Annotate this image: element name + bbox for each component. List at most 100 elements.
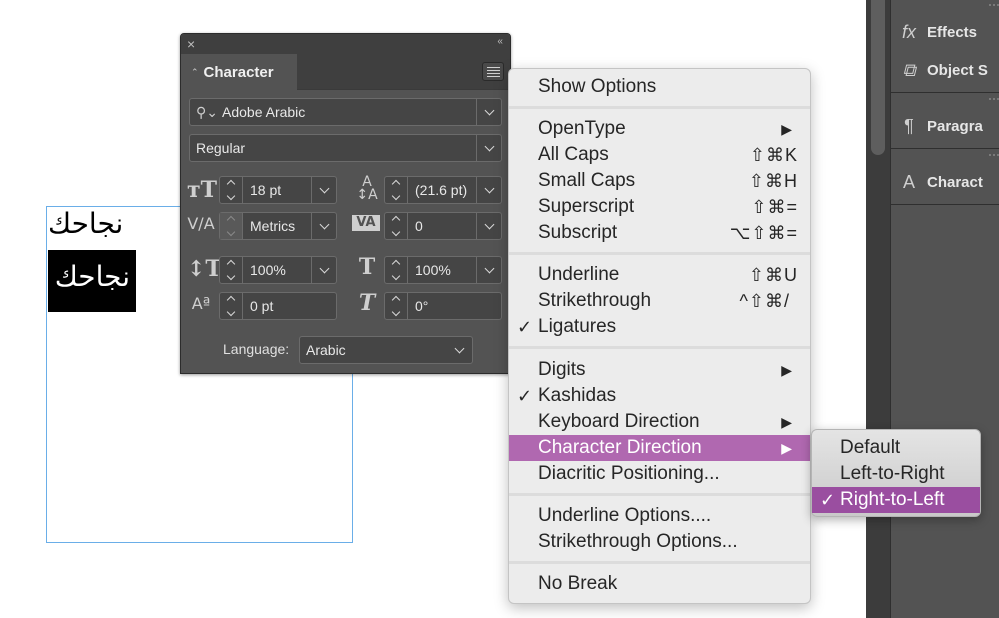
shortcut: ⇧⌘U bbox=[748, 265, 798, 285]
font-style-field[interactable]: Regular bbox=[189, 134, 502, 162]
leading-stepper[interactable] bbox=[385, 177, 408, 203]
menu-item-ligatures[interactable]: ✓ Ligatures bbox=[509, 314, 810, 340]
submenu-item-right-to-left[interactable]: ✓ Right-to-Left bbox=[812, 487, 980, 513]
font-size-stepper[interactable] bbox=[220, 177, 243, 203]
dock-divider bbox=[891, 204, 999, 205]
menu-item-strikethrough[interactable]: Strikethrough ^⇧⌘/ bbox=[509, 288, 810, 314]
menu-item-label: Small Caps bbox=[538, 170, 636, 191]
leading-field[interactable]: (21.6 pt) bbox=[384, 176, 502, 204]
panel-titlebar[interactable]: × ‹‹ bbox=[181, 34, 510, 54]
submenu-item-default[interactable]: Default bbox=[812, 435, 980, 461]
font-family-field[interactable]: ⚲⌄ Adobe Arabic bbox=[189, 98, 502, 126]
panel-dock: fx Effects ⧉ Object S ¶ Paragra A Charac… bbox=[890, 0, 999, 618]
close-icon[interactable]: × bbox=[187, 35, 195, 53]
submenu-item-left-to-right[interactable]: Left-to-Right bbox=[812, 461, 980, 487]
menu-item-label: OpenType bbox=[538, 118, 626, 139]
tracking-field[interactable]: 0 bbox=[384, 212, 502, 240]
chevron-down-icon[interactable] bbox=[476, 99, 501, 125]
menu-item-no-break[interactable]: No Break bbox=[509, 571, 810, 597]
skew-field[interactable]: 0° bbox=[384, 292, 502, 320]
dock-scrollbar-thumb[interactable] bbox=[871, 0, 885, 155]
font-size-value[interactable]: 18 pt bbox=[250, 177, 281, 203]
font-style-value[interactable]: Regular bbox=[196, 135, 245, 161]
chevron-down-icon[interactable] bbox=[476, 213, 501, 239]
arabic-text-selected[interactable]: نجاحك bbox=[48, 250, 136, 312]
dock-item-object-styles[interactable]: ⧉ Object S bbox=[891, 56, 999, 84]
chevron-down-icon[interactable] bbox=[476, 257, 501, 283]
menu-item-small-caps[interactable]: Small Caps ⇧⌘H bbox=[509, 168, 810, 194]
chevron-down-icon[interactable] bbox=[311, 177, 336, 203]
vertical-scale-field[interactable]: 100% bbox=[219, 256, 337, 284]
kerning-value[interactable]: Metrics bbox=[250, 213, 295, 239]
vertical-scale-value[interactable]: 100% bbox=[250, 257, 286, 283]
fx-icon: fx bbox=[901, 21, 916, 42]
menu-item-character-direction[interactable]: Character Direction ▶ bbox=[509, 435, 810, 461]
dock-grip[interactable] bbox=[989, 154, 999, 157]
baseline-shift-field[interactable]: 0 pt bbox=[219, 292, 337, 320]
arabic-text-line[interactable]: نجاحك bbox=[48, 207, 123, 241]
menu-item-all-caps[interactable]: All Caps ⇧⌘K bbox=[509, 142, 810, 168]
menu-item-label: Show Options bbox=[538, 76, 657, 97]
tracking-value[interactable]: 0 bbox=[415, 213, 423, 239]
menu-item-underline-options[interactable]: Underline Options.... bbox=[509, 503, 810, 529]
horizontal-scale-field[interactable]: 100% bbox=[384, 256, 502, 284]
menu-item-kashidas[interactable]: ✓ Kashidas bbox=[509, 383, 810, 409]
menu-item-diacritic-positioning[interactable]: Diacritic Positioning... bbox=[509, 461, 810, 487]
menu-item-label: Left-to-Right bbox=[840, 463, 945, 484]
baseline-shift-stepper[interactable] bbox=[220, 293, 243, 319]
language-label: Language: bbox=[223, 341, 290, 357]
chevron-down-icon[interactable] bbox=[476, 135, 501, 161]
chevron-down-icon[interactable] bbox=[311, 257, 336, 283]
panel-menu-button[interactable] bbox=[482, 62, 504, 81]
menu-item-superscript[interactable]: Superscript ⇧⌘= bbox=[509, 194, 810, 220]
skew-value[interactable]: 0° bbox=[415, 293, 428, 319]
character-styles-icon: A bbox=[902, 171, 915, 192]
dock-item-character-styles[interactable]: A Charact bbox=[891, 168, 999, 196]
shortcut: ⇧⌘H bbox=[748, 171, 798, 191]
menu-item-keyboard-direction[interactable]: Keyboard Direction ▶ bbox=[509, 409, 810, 435]
menu-item-label: Right-to-Left bbox=[840, 489, 945, 510]
menu-item-underline[interactable]: Underline ⇧⌘U bbox=[509, 262, 810, 288]
submenu-arrow-icon: ▶ bbox=[781, 121, 792, 137]
menu-separator bbox=[509, 346, 810, 349]
menu-item-label: Superscript bbox=[538, 196, 635, 217]
menu-item-digits[interactable]: Digits ▶ bbox=[509, 357, 810, 383]
menu-item-opentype[interactable]: OpenType ▶ bbox=[509, 116, 810, 142]
chevron-down-icon[interactable] bbox=[476, 177, 501, 203]
menu-item-subscript[interactable]: Subscript ⌥⇧⌘= bbox=[509, 220, 810, 246]
language-select[interactable]: Arabic bbox=[299, 336, 473, 364]
skew-stepper[interactable] bbox=[385, 293, 408, 319]
dock-item-paragraph-styles[interactable]: ¶ Paragra bbox=[891, 112, 999, 140]
dock-grip[interactable] bbox=[989, 4, 999, 7]
panel-tabbar: ⌃ Character bbox=[181, 54, 510, 91]
collapse-icon[interactable]: ‹‹ bbox=[497, 36, 503, 47]
menu-item-label: Strikethrough bbox=[538, 290, 652, 311]
font-size-field[interactable]: 18 pt bbox=[219, 176, 337, 204]
horizontal-scale-value[interactable]: 100% bbox=[415, 257, 451, 283]
skew-icon: T bbox=[358, 290, 376, 316]
menu-item-label: Keyboard Direction bbox=[538, 411, 700, 432]
dock-scrollbar[interactable] bbox=[866, 0, 890, 618]
shortcut: ⇧⌘= bbox=[751, 197, 798, 217]
tracking-stepper[interactable] bbox=[385, 213, 408, 239]
menu-item-show-options[interactable]: Show Options bbox=[509, 74, 810, 100]
font-family-value[interactable]: Adobe Arabic bbox=[222, 99, 305, 125]
kerning-stepper[interactable] bbox=[220, 213, 243, 239]
horizontal-scale-stepper[interactable] bbox=[385, 257, 408, 283]
menu-item-strikethrough-options[interactable]: Strikethrough Options... bbox=[509, 529, 810, 555]
tab-character[interactable]: ⌃ Character bbox=[181, 54, 297, 91]
chevron-down-icon[interactable] bbox=[311, 213, 336, 239]
language-value[interactable]: Arabic bbox=[306, 337, 346, 363]
chevron-down-icon[interactable] bbox=[447, 337, 472, 363]
vertical-scale-stepper[interactable] bbox=[220, 257, 243, 283]
dock-grip[interactable] bbox=[989, 98, 999, 101]
character-panel: × ‹‹ ⌃ Character ⚲⌄ Adobe Arabic Regular… bbox=[180, 33, 511, 374]
dock-item-effects[interactable]: fx Effects bbox=[891, 18, 999, 46]
kerning-field[interactable]: Metrics bbox=[219, 212, 337, 240]
leading-value[interactable]: (21.6 pt) bbox=[415, 177, 467, 203]
kerning-icon: V/A bbox=[187, 214, 215, 233]
baseline-shift-value[interactable]: 0 pt bbox=[250, 293, 273, 319]
menu-item-label: No Break bbox=[538, 573, 618, 594]
submenu-arrow-icon: ▶ bbox=[781, 414, 792, 430]
dock-item-label: Effects bbox=[927, 23, 978, 41]
